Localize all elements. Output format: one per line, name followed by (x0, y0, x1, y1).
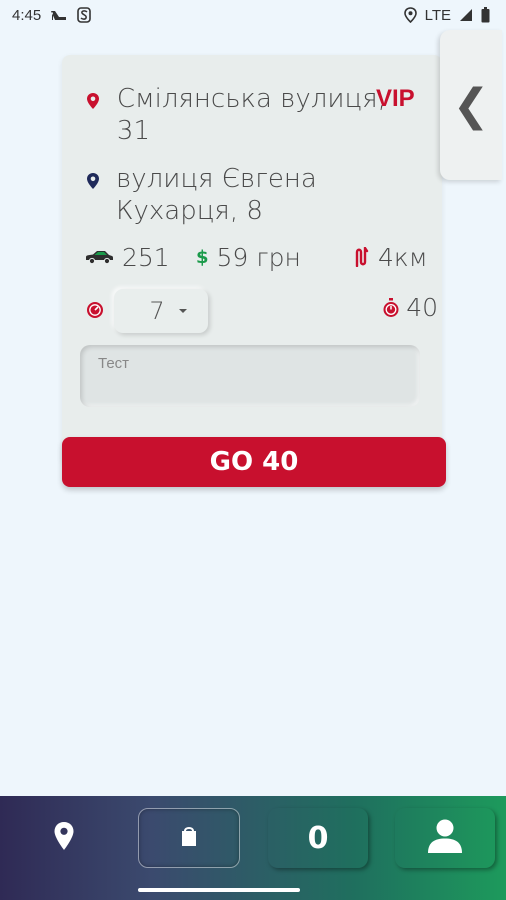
collapse-panel-button[interactable]: ❮ (440, 30, 502, 180)
vip-badge: VIP (376, 85, 415, 112)
nav-count-button[interactable]: 0 (268, 808, 368, 868)
route-icon (354, 247, 370, 267)
nav-map-button[interactable] (20, 808, 108, 868)
order-stats: 251 $ 59 грн 4км (84, 241, 434, 273)
pickup-address: Смілянська вулиця, 31 (116, 84, 386, 146)
dollar-icon: $ (196, 246, 209, 268)
location-icon (403, 7, 417, 23)
order-count: 0 (307, 820, 329, 856)
dropoff-pin-icon (86, 172, 100, 194)
dropoff-row: вулиця Євгена Кухарця, 8 (86, 163, 406, 227)
nav-store-button[interactable] (138, 808, 240, 868)
pickup-row: Смілянська вулиця, 31 (86, 83, 406, 147)
dropdown-arrow-icon (178, 309, 187, 313)
route-distance-value: 4км (378, 242, 428, 272)
battery-icon (481, 7, 490, 23)
order-card[interactable]: Смілянська вулиця, 31 VIP вулиця Євгена … (62, 55, 442, 465)
home-indicator[interactable] (138, 888, 300, 892)
status-bar: 4:45 LTE (0, 0, 506, 30)
s-icon (77, 7, 92, 23)
bottom-navigation: 0 (0, 796, 506, 900)
price-stat: $ 59 грн (196, 243, 354, 272)
comment-field[interactable]: Тест (80, 345, 420, 407)
timer-value: 40 (406, 293, 438, 322)
comment-placeholder: Тест (98, 355, 130, 372)
go-button[interactable]: GO 40 (62, 437, 446, 487)
network-label: LTE (424, 6, 451, 24)
status-time: 4:45 (12, 6, 42, 24)
user-icon (427, 819, 463, 857)
minutes-select[interactable]: 7 (114, 289, 208, 333)
minutes-value: 7 (149, 297, 165, 325)
chevron-left-icon: ❮ (452, 79, 490, 131)
time-controls: 7 40 (86, 287, 438, 335)
store-icon (179, 825, 199, 851)
signal-icon (459, 8, 473, 22)
stopwatch-icon (382, 297, 400, 318)
car-icon (84, 249, 114, 265)
timer-stat: 40 (382, 293, 438, 322)
heels-icon (50, 8, 68, 22)
price-value: 59 грн (216, 242, 301, 272)
location-pin-icon (53, 821, 75, 855)
car-distance-stat: 251 (84, 243, 196, 272)
nav-profile-button[interactable] (395, 808, 495, 868)
speedometer-icon (86, 301, 104, 323)
pickup-pin-icon (86, 92, 101, 114)
route-distance-stat: 4км (354, 243, 428, 272)
car-distance-value: 251 (122, 242, 170, 272)
dropoff-address: вулиця Євгена Кухарця, 8 (116, 164, 317, 226)
